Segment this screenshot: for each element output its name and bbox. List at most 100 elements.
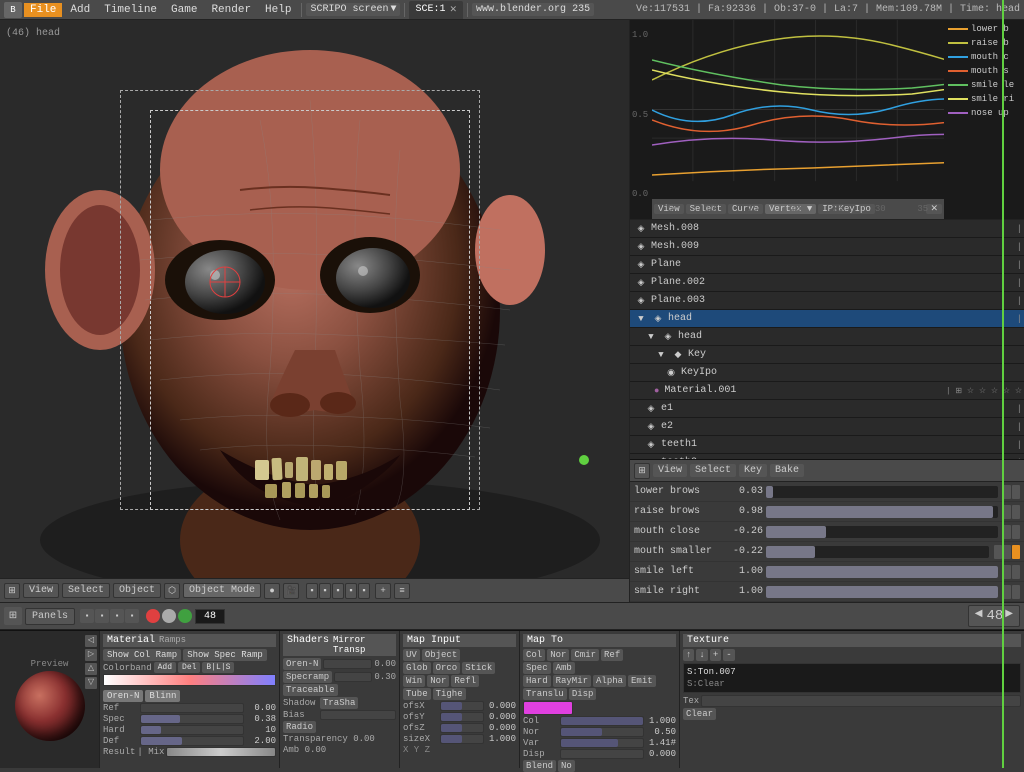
viewport-view-btn[interactable]: View bbox=[23, 583, 59, 598]
tl-expand-btn[interactable]: ◀ 48 ▶ bbox=[968, 605, 1020, 627]
mt-disp-sl[interactable] bbox=[560, 749, 644, 759]
sk-bar-4[interactable] bbox=[766, 566, 998, 578]
cb-add-btn[interactable]: Add bbox=[154, 662, 176, 673]
mi-glob-btn[interactable]: Glob bbox=[403, 662, 431, 674]
outliner-item-mesh008[interactable]: ◈ Mesh.008 | bbox=[630, 220, 1024, 238]
grid-btn-2[interactable]: ▪ bbox=[319, 583, 331, 599]
outliner-item-e2[interactable]: ◈ e2 | bbox=[630, 418, 1024, 436]
prev-ctrl-1[interactable]: ◁ bbox=[85, 635, 97, 647]
radio-btn[interactable]: Radio bbox=[283, 721, 316, 733]
sk-bar-3[interactable] bbox=[766, 546, 989, 558]
tex-del-btn[interactable]: - bbox=[723, 649, 734, 661]
mi-refl-btn[interactable]: Refl bbox=[451, 675, 479, 687]
menu-render[interactable]: Render bbox=[205, 3, 257, 17]
ref-slider[interactable] bbox=[140, 703, 244, 713]
mt-emit-btn[interactable]: Emit bbox=[628, 675, 656, 687]
oren-shader-btn[interactable]: Oren-N bbox=[283, 658, 321, 670]
menu-add[interactable]: Add bbox=[64, 3, 96, 17]
sk-bake-btn[interactable]: Bake bbox=[770, 464, 804, 477]
tex-clear-btn[interactable]: Clear bbox=[683, 708, 716, 720]
outliner-item-head-mesh[interactable]: ▼ ◈ head bbox=[630, 328, 1024, 346]
sk-bar-2[interactable] bbox=[766, 526, 998, 538]
ofsy-slider[interactable] bbox=[440, 712, 484, 722]
grid-btn-3[interactable]: ▪ bbox=[332, 583, 344, 599]
mt-amb-btn[interactable]: Amb bbox=[553, 662, 575, 674]
blender-icon[interactable]: B bbox=[4, 2, 22, 18]
grid-btn-4[interactable]: ▪ bbox=[345, 583, 357, 599]
mt-col-sl[interactable] bbox=[560, 716, 644, 726]
mt-var-sl[interactable] bbox=[560, 738, 644, 748]
def-slider[interactable] bbox=[140, 736, 244, 746]
tl-color-gray[interactable] bbox=[162, 609, 176, 623]
outliner-item-plane003[interactable]: ◈ Plane.003 | bbox=[630, 292, 1024, 310]
mi-tighe-btn[interactable]: Tighe bbox=[433, 688, 466, 700]
sk-bar-1[interactable] bbox=[766, 506, 998, 518]
mt-ref-btn[interactable]: Ref bbox=[601, 649, 623, 661]
mt-nor-sl[interactable] bbox=[560, 727, 644, 737]
sizex-slider[interactable] bbox=[440, 734, 484, 744]
tl-frame-counter[interactable]: 48 bbox=[195, 609, 225, 624]
traceable-btn[interactable]: Traceable bbox=[283, 684, 338, 696]
viewport-extra-icon[interactable]: + bbox=[375, 583, 391, 599]
mt-cmir-btn[interactable]: Cmir bbox=[571, 649, 599, 661]
grid-btn-5[interactable]: ▪ bbox=[358, 583, 370, 599]
outliner-item-mesh009[interactable]: ◈ Mesh.009 | bbox=[630, 238, 1024, 256]
tl-color-green[interactable] bbox=[178, 609, 192, 623]
outliner-item-keyipo[interactable]: ◉ KeyIpo bbox=[630, 364, 1024, 382]
menu-help[interactable]: Help bbox=[259, 3, 297, 17]
prev-ctrl-4[interactable]: ▽ bbox=[85, 677, 97, 689]
mi-uv-btn[interactable]: UV bbox=[403, 649, 420, 661]
tl-icon-1[interactable]: ▪ bbox=[80, 609, 94, 623]
ipo-canvas[interactable] bbox=[652, 20, 944, 199]
tl-icon-3[interactable]: ▪ bbox=[110, 609, 124, 623]
sk-mode-icon[interactable]: ⊞ bbox=[634, 463, 650, 479]
texture-slot-list[interactable]: S:Ton.007 S:Clear bbox=[683, 663, 1021, 693]
viewport-mode-icon[interactable]: ⊞ bbox=[4, 583, 20, 599]
panels-btn[interactable]: Panels bbox=[25, 608, 75, 625]
sk-view-btn[interactable]: View bbox=[653, 464, 687, 477]
specramp-input[interactable] bbox=[334, 672, 372, 682]
oren-input[interactable] bbox=[323, 659, 372, 669]
mi-nor-btn[interactable]: Nor bbox=[427, 675, 449, 687]
tex-add-btn[interactable]: + bbox=[710, 649, 721, 661]
trasha-btn[interactable]: TraSha bbox=[320, 697, 358, 709]
mt-alpha-btn[interactable]: Alpha bbox=[593, 675, 626, 687]
grid-btn-1[interactable]: ▪ bbox=[306, 583, 318, 599]
viewport-object-btn[interactable]: Object bbox=[113, 583, 161, 598]
mt-spec-btn[interactable]: Spec bbox=[523, 662, 551, 674]
mi-win-btn[interactable]: Win bbox=[403, 675, 425, 687]
outliner-item-teeth1[interactable]: ◈ teeth1 | bbox=[630, 436, 1024, 454]
menu-file[interactable]: File bbox=[24, 3, 62, 17]
cb-del-btn[interactable]: Del bbox=[178, 662, 200, 673]
mt-blend-btn[interactable]: Blend bbox=[523, 760, 556, 772]
ofsz-slider[interactable] bbox=[440, 723, 484, 733]
viewport-select-btn[interactable]: Select bbox=[62, 583, 110, 598]
blinn-btn[interactable]: Blinn bbox=[145, 690, 180, 702]
menu-game[interactable]: Game bbox=[165, 3, 203, 17]
specramp-shader-btn[interactable]: Specramp bbox=[283, 671, 332, 683]
cb-type-btn[interactable]: B|L|S bbox=[202, 662, 234, 673]
viewport-object-icon[interactable]: ⬡ bbox=[164, 583, 180, 599]
sk-key-btn[interactable]: Key bbox=[739, 464, 767, 477]
mt-nor-btn[interactable]: Nor bbox=[547, 649, 569, 661]
tex-name-input[interactable] bbox=[701, 695, 1021, 707]
viewport-render-icon[interactable]: ● bbox=[264, 583, 280, 599]
mi-obj-btn[interactable]: Object bbox=[422, 649, 460, 661]
tex-up-btn[interactable]: ↑ bbox=[683, 649, 694, 661]
scene-tab[interactable]: SCE:1 ✕ bbox=[409, 1, 463, 19]
mt-disp-btn[interactable]: Disp bbox=[569, 688, 597, 700]
viewport-camera-icon[interactable]: 🎥 bbox=[283, 583, 299, 599]
mi-orco-btn[interactable]: Orco bbox=[433, 662, 461, 674]
outliner-item-key[interactable]: ▼ ◆ Key bbox=[630, 346, 1024, 364]
mt-no-btn[interactable]: No bbox=[558, 760, 575, 772]
bias-input[interactable] bbox=[320, 710, 396, 720]
prev-ctrl-3[interactable]: △ bbox=[85, 663, 97, 675]
tex-slot-2[interactable]: S:Clear bbox=[686, 678, 1018, 690]
spec-ramp-btn[interactable]: Show Spec Ramp bbox=[183, 649, 267, 661]
sk-bar-0[interactable] bbox=[766, 486, 998, 498]
mt-raymir-btn[interactable]: RayMir bbox=[553, 675, 591, 687]
map-to-color-picker[interactable] bbox=[523, 701, 573, 715]
mt-hard-btn[interactable]: Hard bbox=[523, 675, 551, 687]
spec-slider[interactable] bbox=[140, 714, 244, 724]
tl-mode-icon[interactable]: ⊞ bbox=[4, 607, 22, 625]
